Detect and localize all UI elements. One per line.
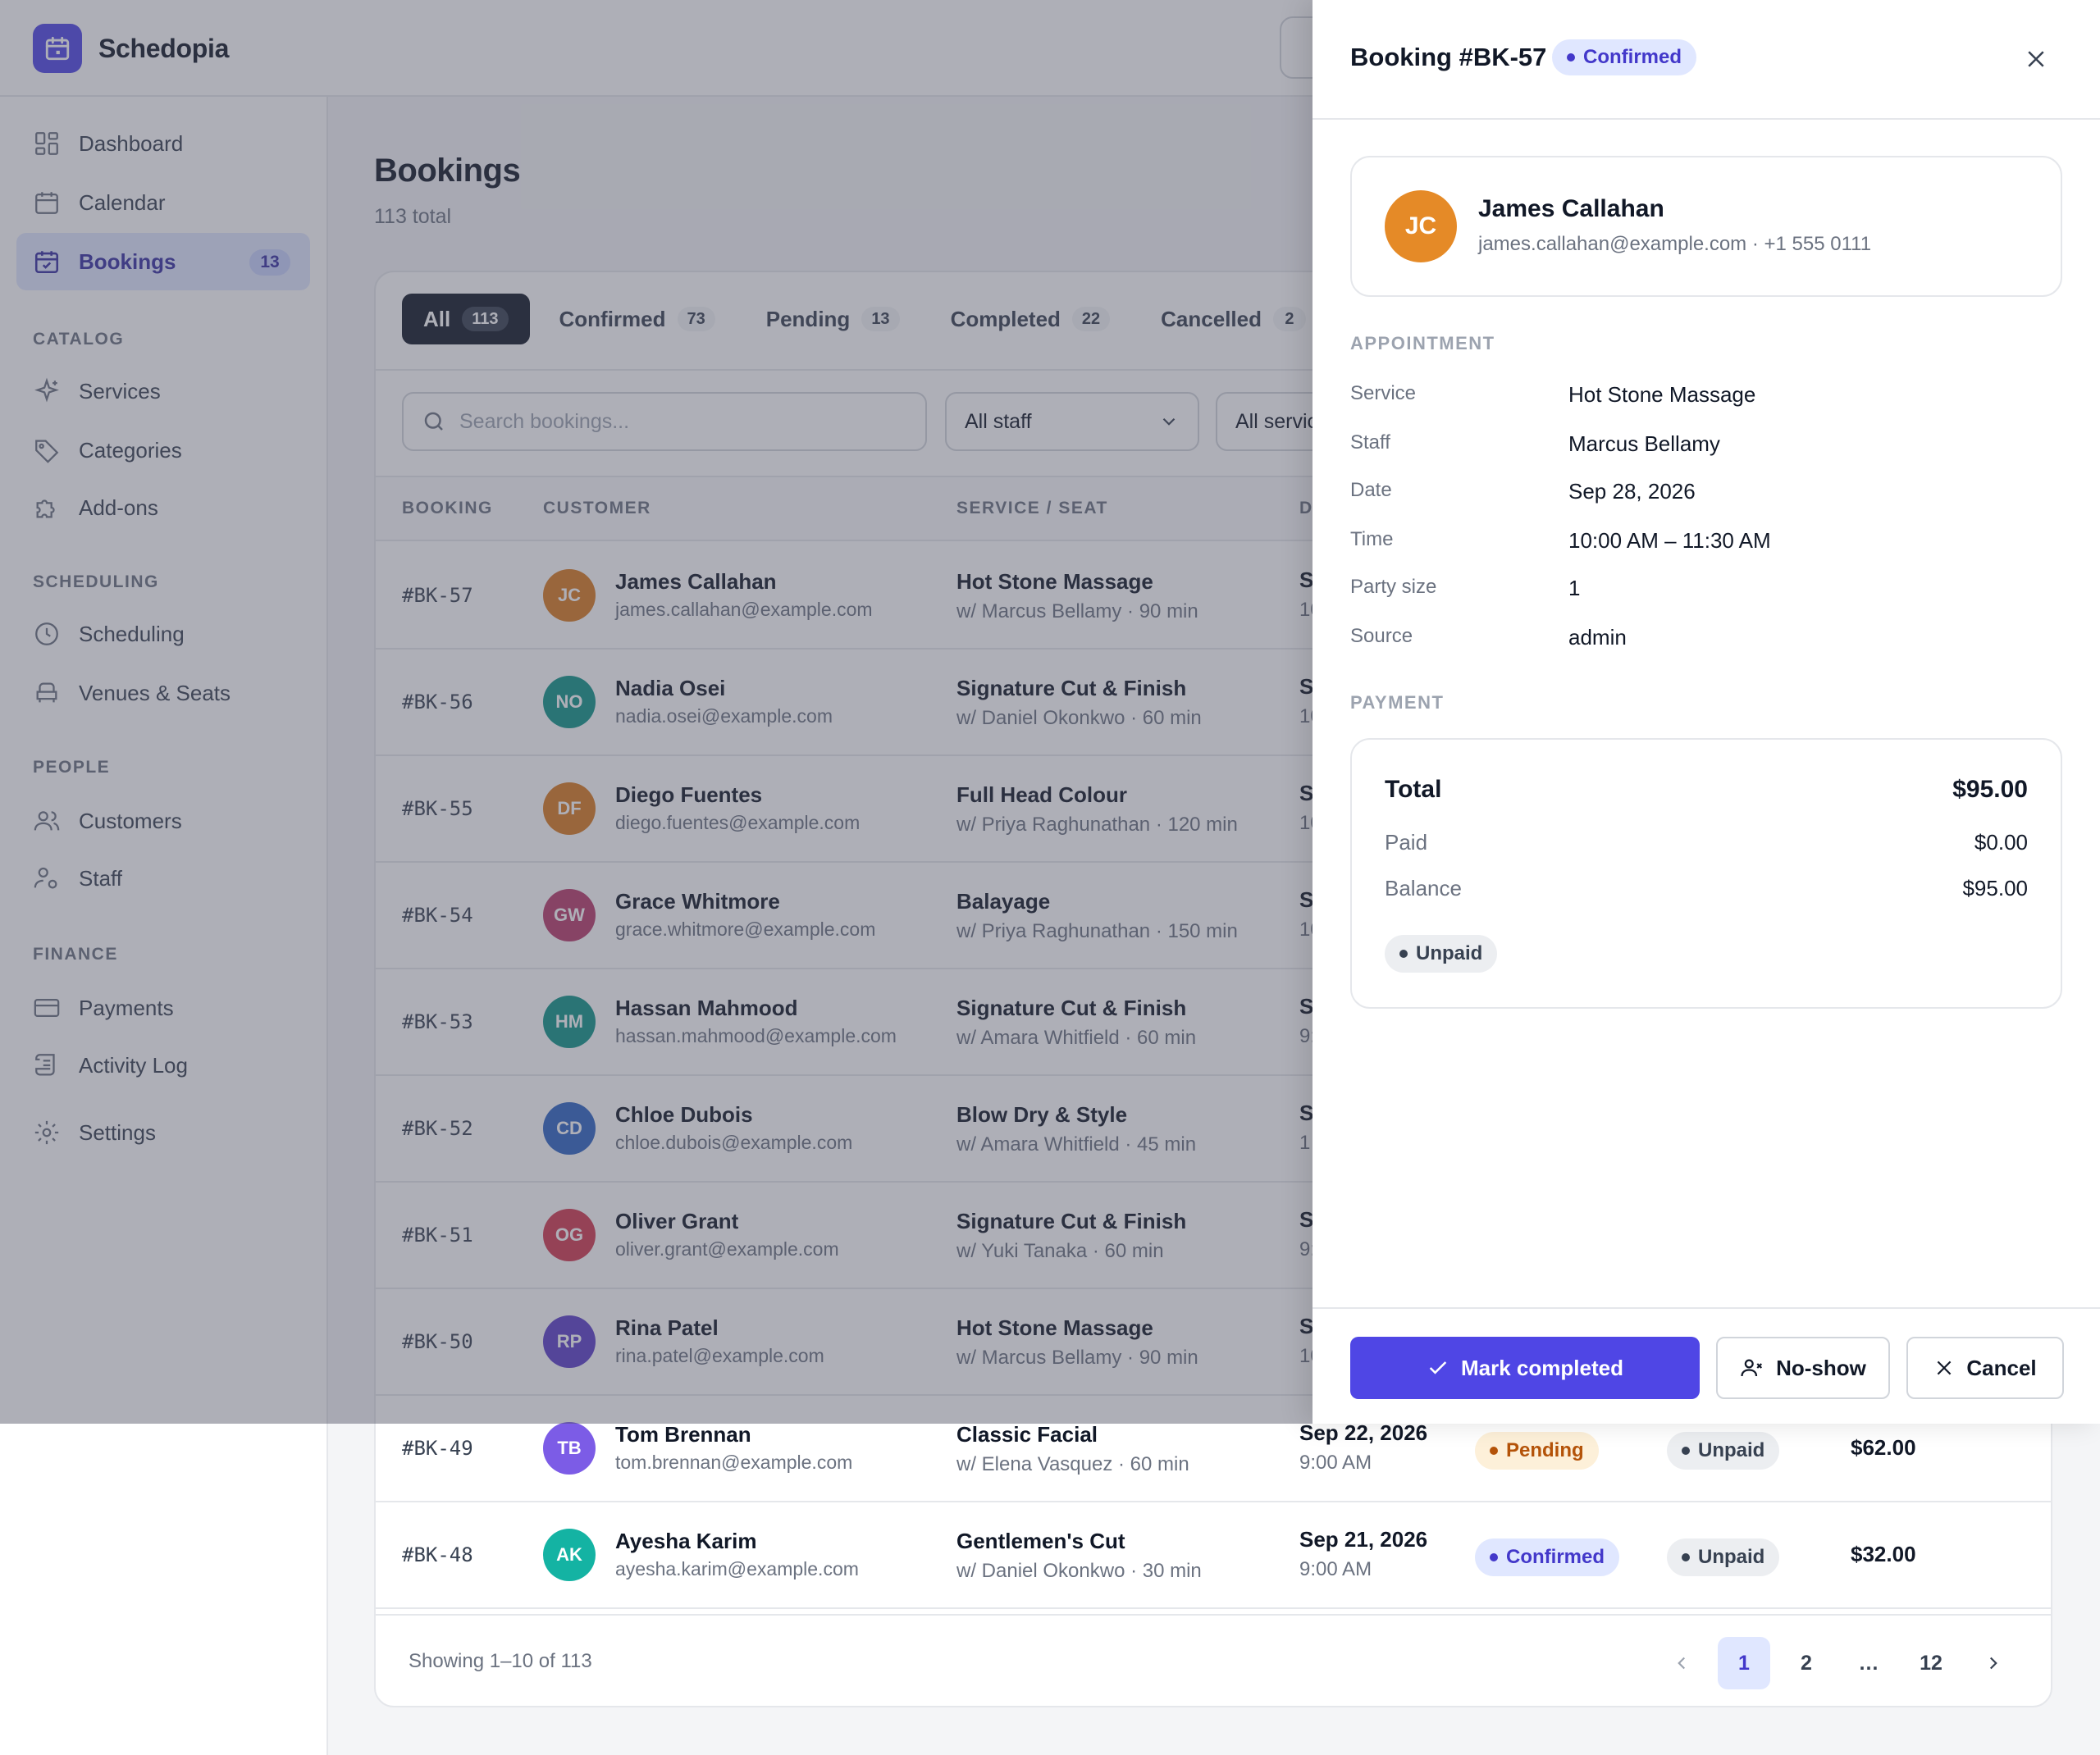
- detail-value: Marcus Bellamy: [1568, 431, 1720, 456]
- customer-name: Ayesha Karim: [615, 1529, 757, 1553]
- customer-name: Tom Brennan: [615, 1422, 751, 1447]
- booking-detail-drawer: Booking #BK-57 Confirmed JC James Callah…: [1312, 0, 2100, 1424]
- pagination-bar: Showing 1–10 of 113 1 2 … 12: [376, 1614, 2051, 1706]
- paid-value: $0.00: [1974, 830, 2028, 855]
- avatar: JC: [1385, 190, 1457, 262]
- status-dot: [1399, 950, 1408, 958]
- booking-amount: $32.00: [1851, 1542, 1916, 1566]
- drawer-footer: Mark completed No-show Cancel: [1312, 1307, 2100, 1424]
- table-row[interactable]: #BK-48 AK Ayesha Karim ayesha.karim@example…: [376, 1502, 2051, 1609]
- payment-card: Total $95.00 Paid $0.00 Balance $95.00 U…: [1350, 738, 2062, 1009]
- payment-label: Unpaid: [1698, 1546, 1765, 1568]
- chevron-left-icon: [1678, 1657, 1686, 1670]
- booking-id: #BK-49: [402, 1437, 473, 1460]
- showing-count: Showing 1–10 of 113: [409, 1650, 592, 1672]
- section-label-appointment: APPOINTMENT: [1350, 333, 1495, 353]
- service-staff: w/ Daniel Okonkwo · 30 min: [956, 1560, 1202, 1582]
- payment-badge: Unpaid: [1667, 1432, 1780, 1470]
- detail-value: Hot Stone Massage: [1568, 382, 1756, 407]
- mark-completed-button[interactable]: Mark completed: [1350, 1337, 1700, 1399]
- booking-date: Sep 21, 2026: [1299, 1527, 1428, 1552]
- service-name: Gentlemen's Cut: [956, 1529, 1125, 1553]
- detail-value: 10:00 AM – 11:30 AM: [1568, 528, 1771, 553]
- status-dot: [1490, 1553, 1498, 1561]
- status-dot: [1682, 1553, 1690, 1561]
- button-label: Cancel: [1966, 1355, 2037, 1380]
- detail-label: Source: [1350, 625, 1413, 647]
- close-icon: [1938, 1361, 1952, 1375]
- status-label: Pending: [1506, 1439, 1584, 1461]
- page-ellipsis: …: [1858, 1651, 1879, 1675]
- no-show-button[interactable]: No-show: [1716, 1337, 1890, 1399]
- drawer-title: Booking #BK-57: [1350, 43, 1547, 71]
- check-icon: [1429, 1361, 1447, 1374]
- avatar: AK: [543, 1529, 596, 1581]
- booking-date: Sep 22, 2026: [1299, 1420, 1428, 1445]
- detail-label: Service: [1350, 382, 1417, 404]
- close-icon: [2028, 51, 2044, 67]
- pagination: 1 2 … 12: [1655, 1637, 2020, 1689]
- status-dot: [1490, 1447, 1498, 1455]
- status-dot: [1682, 1447, 1690, 1455]
- booking-id: #BK-48: [402, 1543, 473, 1566]
- booking-time: 9:00 AM: [1299, 1452, 1372, 1474]
- section-label-payment: PAYMENT: [1350, 692, 1445, 713]
- payment-badge: Unpaid: [1667, 1538, 1780, 1576]
- balance-value: $95.00: [1962, 876, 2028, 900]
- customer-name: James Callahan: [1478, 195, 1664, 222]
- page-button-1[interactable]: 1: [1718, 1637, 1770, 1689]
- next-page-button[interactable]: [1967, 1637, 2020, 1689]
- page-button-12[interactable]: 12: [1905, 1637, 1957, 1689]
- payment-status-label: Unpaid: [1416, 942, 1483, 964]
- detail-label: Date: [1350, 479, 1392, 501]
- customer-contact: james.callahan@example.com · +1 555 0111: [1478, 233, 1872, 255]
- page-button-2[interactable]: 2: [1780, 1637, 1833, 1689]
- status-badge: Confirmed: [1475, 1538, 1619, 1576]
- status-badge: Pending: [1475, 1432, 1599, 1470]
- service-staff: w/ Elena Vasquez · 60 min: [956, 1453, 1189, 1475]
- status-badge-label: Confirmed: [1583, 46, 1682, 68]
- booking-time: 9:00 AM: [1299, 1558, 1372, 1580]
- customer-email: ayesha.karim@example.com: [615, 1558, 859, 1580]
- detail-label: Party size: [1350, 576, 1437, 598]
- detail-value: 1: [1568, 576, 1581, 600]
- customer-email: tom.brennan@example.com: [615, 1452, 853, 1473]
- status-dot: [1567, 53, 1575, 62]
- payment-status-badge: Unpaid: [1385, 935, 1498, 973]
- total-value: $95.00: [1952, 776, 2028, 803]
- button-label: Mark completed: [1461, 1355, 1623, 1380]
- detail-label: Time: [1350, 528, 1394, 550]
- status-label: Confirmed: [1506, 1546, 1605, 1568]
- detail-label: Staff: [1350, 431, 1390, 454]
- prev-page-button[interactable]: [1655, 1637, 1708, 1689]
- cancel-booking-button[interactable]: Cancel: [1906, 1337, 2064, 1399]
- customer-card: JC James Callahan james.callahan@example…: [1350, 156, 2062, 297]
- chevron-right-icon: [1989, 1657, 1997, 1670]
- balance-label: Balance: [1385, 876, 1462, 900]
- drawer-header: Booking #BK-57 Confirmed: [1312, 0, 2100, 120]
- payment-label: Unpaid: [1698, 1439, 1765, 1461]
- booking-amount: $62.00: [1851, 1435, 1916, 1460]
- detail-value: Sep 28, 2026: [1568, 479, 1696, 504]
- close-button[interactable]: [2018, 41, 2054, 77]
- detail-value: admin: [1568, 625, 1627, 650]
- status-badge: Confirmed: [1552, 39, 1696, 75]
- avatar: TB: [543, 1422, 596, 1475]
- user-x-icon: [1741, 1359, 1763, 1377]
- total-label: Total: [1385, 776, 1442, 803]
- button-label: No-show: [1776, 1355, 1866, 1380]
- paid-label: Paid: [1385, 830, 1428, 855]
- service-name: Classic Facial: [956, 1422, 1098, 1447]
